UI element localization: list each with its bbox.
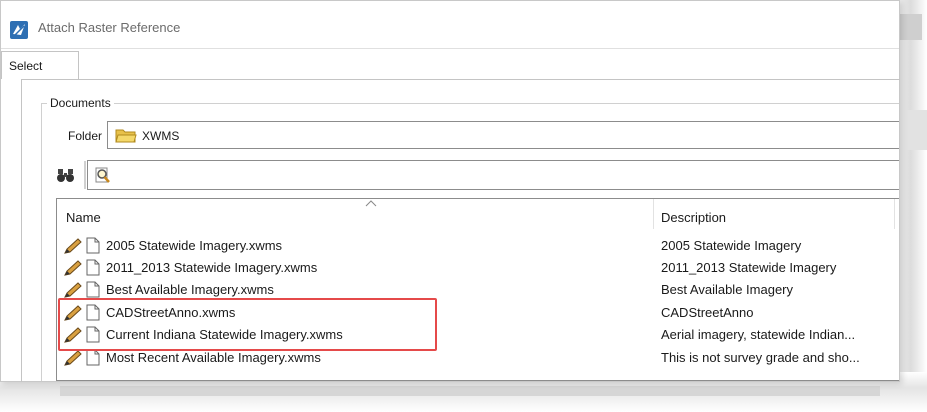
file-description: CADStreetAnno [661,305,754,320]
toolbar-separator [84,161,86,189]
column-header-description[interactable]: Description [661,210,726,225]
document-icon [86,349,100,366]
group-border [41,103,42,381]
file-description: Best Available Imagery [661,282,793,297]
file-name: Current Indiana Statewide Imagery.xwms [106,327,343,342]
list-item[interactable]: Most Recent Available Imagery.xwms This … [57,347,899,368]
pencil-icon [64,238,82,254]
group-border [41,103,899,104]
documents-group-label: Documents [47,96,114,110]
background-shape [906,110,927,150]
document-icon [86,281,100,298]
file-name: Best Available Imagery.xwms [106,282,274,297]
file-name: 2005 Statewide Imagery.xwms [106,238,283,253]
app-icon [10,21,28,39]
documents-list[interactable]: Name Description 2005 Statewide Imagery.… [56,198,899,381]
sort-ascending-icon [365,200,377,207]
background-blur-right [900,0,927,412]
pencil-icon [64,305,82,321]
column-header-name[interactable]: Name [66,210,101,225]
list-item[interactable]: Best Available Imagery.xwms Best Availab… [57,279,899,300]
pencil-icon [64,327,82,343]
folder-value: XWMS [142,129,180,143]
filter-input[interactable] [87,160,899,190]
folder-icon [115,129,137,143]
document-icon [86,304,100,321]
file-description: 2005 Statewide Imagery [661,238,802,253]
folder-label: Folder [68,129,103,143]
list-item[interactable]: 2005 Statewide Imagery.xwms 2005 Statewi… [57,235,899,256]
pencil-icon [64,282,82,298]
document-icon [86,237,100,254]
binoculars-icon[interactable] [56,166,76,184]
pencil-icon [64,260,82,276]
document-icon [86,326,100,343]
file-name: Most Recent Available Imagery.xwms [106,350,321,365]
column-divider[interactable] [653,199,654,229]
window-title: Attach Raster Reference [38,20,181,35]
list-item[interactable]: 2011_2013 Statewide Imagery.xwms 2011_20… [57,257,899,278]
title-bar: Attach Raster Reference [1,9,899,49]
attach-raster-dialog: Attach Raster Reference Select Documents… [0,0,900,382]
file-name: 2011_2013 Statewide Imagery.xwms [106,260,318,275]
document-icon [86,259,100,276]
divider [1,48,899,49]
background-shape [60,386,880,396]
file-description: Aerial imagery, statewide Indian... [661,327,856,342]
list-item[interactable]: Current Indiana Statewide Imagery.xwms A… [57,324,899,345]
tab-select[interactable]: Select [1,51,79,79]
list-header: Name Description [57,199,899,229]
background-shape [900,14,922,40]
filter-magnifier-icon[interactable] [94,167,112,185]
list-item[interactable]: CADStreetAnno.xwms CADStreetAnno [57,302,899,323]
file-description: 2011_2013 Statewide Imagery [661,260,837,275]
folder-dropdown[interactable]: XWMS [107,121,899,149]
file-name: CADStreetAnno.xwms [106,305,236,320]
pencil-icon [64,350,82,366]
file-description: This is not survey grade and sho... [661,350,860,365]
column-divider[interactable] [894,199,895,229]
